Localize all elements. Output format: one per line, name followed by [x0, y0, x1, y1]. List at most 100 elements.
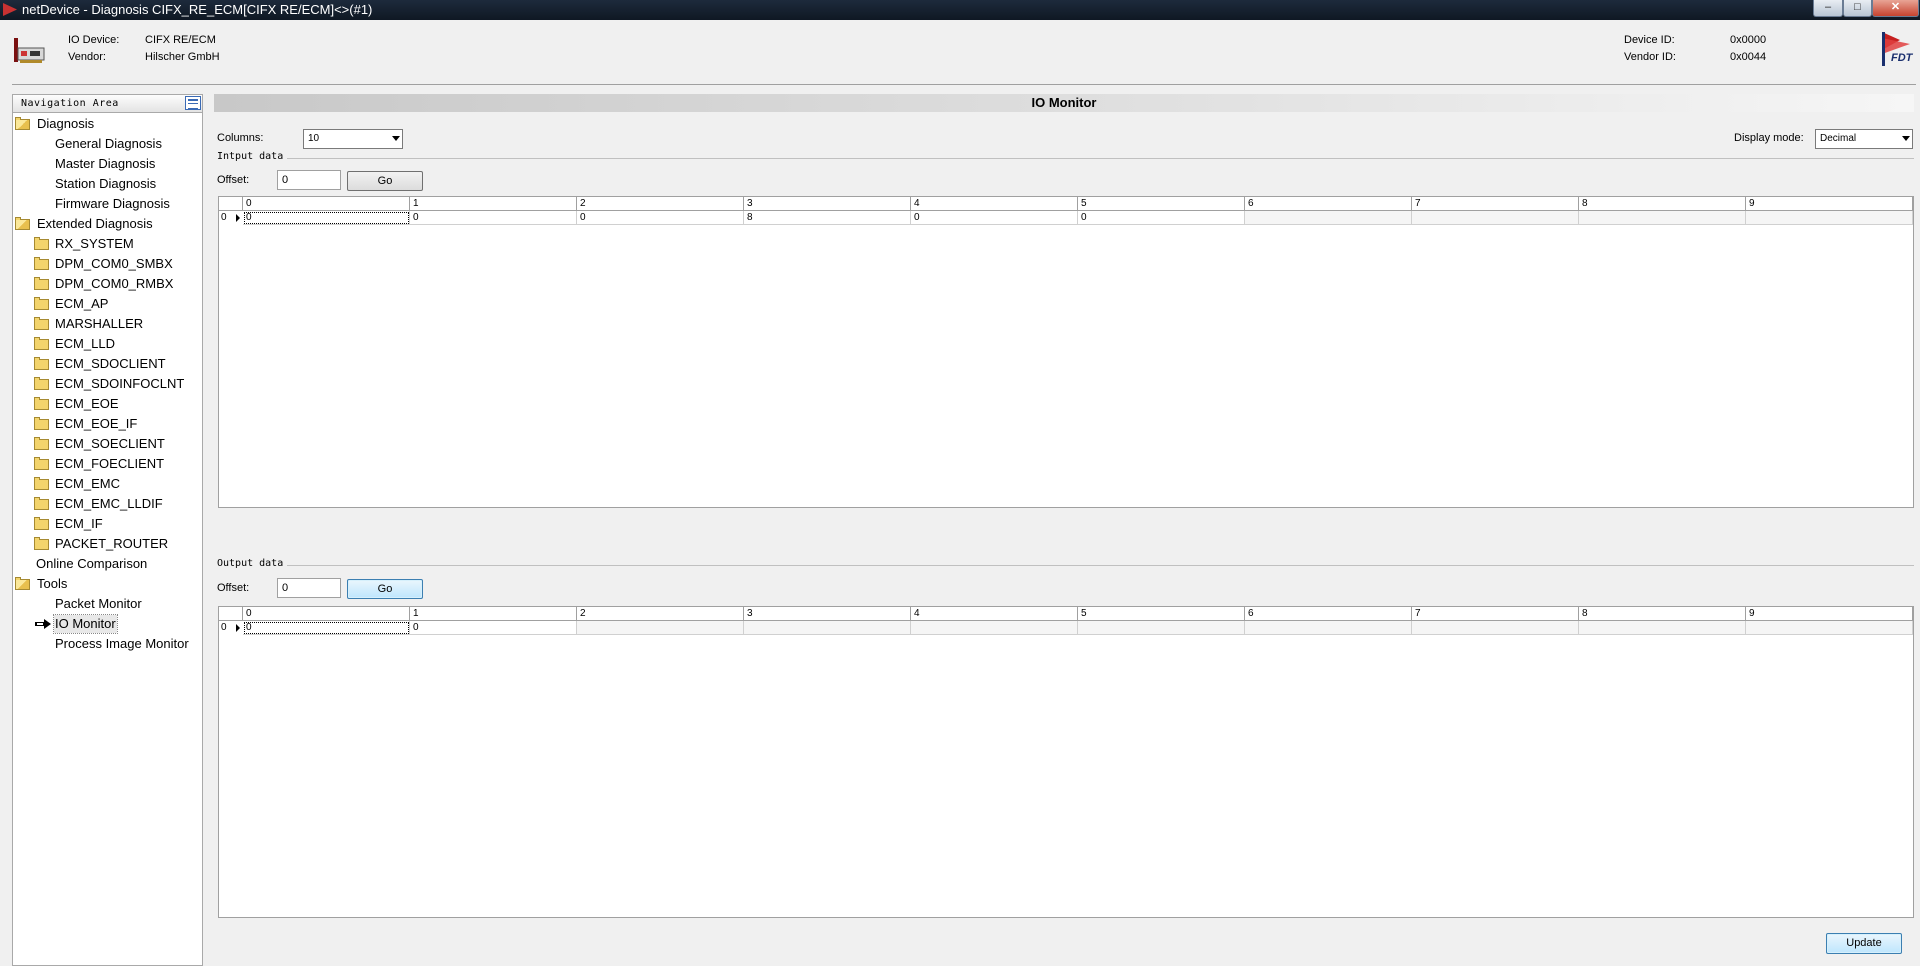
vendor-id-label: Vendor ID: [1624, 51, 1676, 63]
input-data-cell[interactable]: 0 [911, 211, 1078, 225]
vendor-id-value: 0x0044 [1730, 51, 1767, 63]
folder-icon [34, 317, 49, 330]
display-mode-select[interactable]: Decimal [1815, 129, 1913, 149]
nav-item-general-diagnosis[interactable]: General Diagnosis [55, 135, 162, 153]
nav-item-station-diagnosis[interactable]: Station Diagnosis [55, 175, 156, 193]
input-column-header: 1 [410, 197, 577, 211]
nav-label: DPM_COM0_RMBX [55, 276, 174, 291]
input-offset-label: Offset: [217, 174, 250, 186]
folder-icon [34, 397, 49, 410]
input-data-cell[interactable]: 0 [1078, 211, 1245, 225]
maximize-button[interactable]: □ [1843, 0, 1872, 17]
folder-icon [34, 357, 49, 370]
nav-item-firmware-diagnosis[interactable]: Firmware Diagnosis [55, 195, 170, 213]
nav-label: ECM_SDOINFOCLNT [55, 376, 185, 391]
input-data-cell[interactable] [1579, 211, 1746, 225]
header-divider [12, 84, 1916, 85]
input-group-label: Intput data [217, 151, 288, 162]
nav-label: MARSHALLER [55, 316, 144, 331]
nav-label: IO Monitor [53, 614, 118, 634]
row-pointer-icon [236, 214, 240, 222]
output-data-cell[interactable] [1579, 621, 1746, 635]
minimize-button[interactable]: – [1813, 0, 1843, 17]
output-data-cell[interactable] [744, 621, 911, 635]
folder-icon [34, 237, 49, 250]
input-data-cell[interactable] [1245, 211, 1412, 225]
nav-label: ECM_EMC [55, 476, 121, 491]
nav-label: Diagnosis [37, 116, 95, 131]
output-column-header: 7 [1412, 607, 1579, 621]
output-column-header: 1 [410, 607, 577, 621]
nav-label: ECM_EOE [55, 396, 119, 411]
input-column-header: 6 [1245, 197, 1412, 211]
device-id-label: Device ID: [1624, 34, 1675, 46]
folder-icon [34, 477, 49, 490]
output-data-cell[interactable]: 0 [243, 621, 410, 635]
app-icon [3, 3, 17, 16]
output-group-line [217, 565, 1914, 566]
input-data-cell[interactable]: 0 [410, 211, 577, 225]
input-data-cell[interactable]: 0 [577, 211, 744, 225]
output-column-header: 3 [744, 607, 911, 621]
nav-label: ECM_EMC_LLDIF [55, 496, 163, 511]
input-go-button[interactable]: Go [347, 171, 423, 191]
columns-label: Columns: [217, 132, 264, 144]
output-data-cell[interactable] [577, 621, 744, 635]
nav-item-packet-monitor[interactable]: Packet Monitor [55, 595, 142, 613]
vendor-label: Vendor: [68, 51, 106, 63]
input-column-header: 0 [243, 197, 410, 211]
folder-icon [34, 257, 49, 270]
window-title: netDevice - Diagnosis CIFX_RE_ECM[CIFX R… [22, 2, 373, 17]
output-column-header: 8 [1579, 607, 1746, 621]
nav-item-process-image-monitor[interactable]: Process Image Monitor [55, 635, 189, 653]
columns-value: 10 [308, 133, 320, 144]
update-button[interactable]: Update [1826, 933, 1902, 954]
navigation-toggle-button[interactable] [185, 96, 201, 110]
io-device-value: CIFX RE/ECM [145, 34, 216, 46]
input-column-header: 7 [1412, 197, 1579, 211]
input-column-header: 4 [911, 197, 1078, 211]
input-data-cell[interactable] [1746, 211, 1913, 225]
arrow-right-icon [35, 619, 51, 629]
device-card-icon [14, 38, 45, 63]
device-header: IO Device: CIFX RE/ECM Vendor: Hilscher … [0, 20, 1920, 84]
output-data-cell[interactable] [1412, 621, 1579, 635]
output-data-cell[interactable] [1746, 621, 1913, 635]
output-column-header: 9 [1746, 607, 1913, 621]
input-data-cell[interactable]: 8 [744, 211, 911, 225]
folder-icon [34, 417, 49, 430]
output-go-button[interactable]: Go [347, 579, 423, 599]
input-offset-field[interactable]: 0 [277, 170, 341, 190]
nav-item-master-diagnosis[interactable]: Master Diagnosis [55, 155, 155, 173]
close-button[interactable]: ✕ [1872, 0, 1919, 17]
folder-icon [34, 517, 49, 530]
nav-item-online-comparison[interactable]: Online Comparison [36, 555, 147, 573]
input-data-cell[interactable]: 0 [243, 211, 410, 225]
input-data-grid[interactable]: 01234567890000800 [218, 196, 1914, 508]
output-data-cell[interactable] [1078, 621, 1245, 635]
folder-icon [34, 437, 49, 450]
input-data-cell[interactable] [1412, 211, 1579, 225]
output-column-header: 0 [243, 607, 410, 621]
folder-icon [34, 297, 49, 310]
output-data-grid[interactable]: 0123456789000 [218, 606, 1914, 918]
output-group-label: Output data [217, 558, 288, 569]
display-mode-value: Decimal [1820, 133, 1857, 144]
output-column-header: 5 [1078, 607, 1245, 621]
input-column-header: 2 [577, 197, 744, 211]
columns-select[interactable]: 10 [303, 129, 403, 149]
input-column-header: 8 [1579, 197, 1746, 211]
page-title: IO Monitor [214, 94, 1914, 112]
nav-label: ECM_FOECLIENT [55, 456, 165, 471]
fdt-logo: FDT [1880, 30, 1912, 68]
folder-icon [34, 277, 49, 290]
nav-label: ECM_AP [55, 296, 109, 311]
output-data-cell[interactable] [1245, 621, 1412, 635]
output-column-header: 4 [911, 607, 1078, 621]
io-device-label: IO Device: [68, 34, 120, 46]
output-data-cell[interactable]: 0 [410, 621, 577, 635]
output-data-cell[interactable] [911, 621, 1078, 635]
navigation-header: Navigation Area [13, 95, 202, 113]
output-offset-field[interactable]: 0 [277, 578, 341, 598]
navigation-title: Navigation Area [21, 98, 119, 109]
